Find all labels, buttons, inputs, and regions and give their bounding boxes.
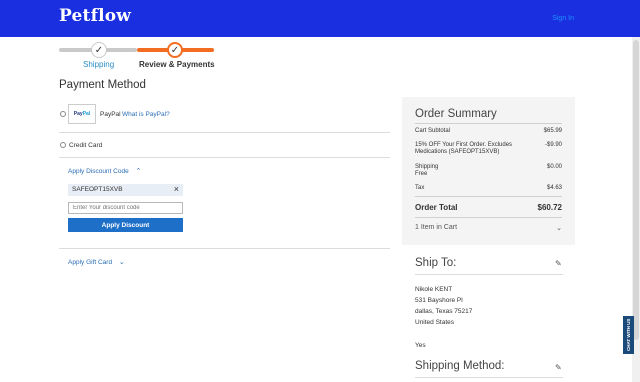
credit-card-label: Credit Card (69, 142, 103, 149)
review-step-check-icon: ✓ (167, 42, 183, 58)
summary-row-value: $65.99 (543, 128, 562, 134)
summary-total-row: Order Total $60.72 (415, 203, 562, 212)
applied-discount-chip: SAFEOPT15XVB × (68, 184, 183, 196)
order-total-value: $60.72 (537, 203, 562, 212)
ship-to-name: Nikole KENT (415, 286, 453, 293)
ship-to-extra: Yes (415, 342, 426, 349)
divider (415, 196, 562, 197)
ship-to-title: Ship To: (415, 257, 457, 269)
chat-with-us-tab[interactable]: CHAT WITH US (623, 316, 634, 354)
step-review-label: Review & Payments (139, 60, 215, 69)
summary-row-subtotal: Cart Subtotal $65.99 (415, 128, 562, 134)
divider (59, 157, 390, 158)
paypal-logo: Pay Pal (68, 104, 96, 124)
summary-row-value: -$9.90 (544, 142, 562, 148)
what-is-paypal-link[interactable]: What is PayPal? (122, 111, 170, 118)
chevron-down-icon: ⌄ (556, 225, 562, 232)
paypal-radio[interactable] (60, 111, 66, 117)
site-header: Petflow Sign In (0, 0, 640, 37)
petflow-logo[interactable]: Petflow (59, 6, 131, 26)
order-summary-title: Order Summary (415, 108, 497, 120)
summary-row-sublabel: Free (415, 171, 428, 177)
order-total-label: Order Total (415, 203, 458, 212)
apply-discount-toggle[interactable]: Apply Discount Code ⌃ (68, 167, 141, 175)
close-icon[interactable]: × (174, 184, 179, 194)
apply-discount-label: Apply Discount Code (68, 168, 129, 175)
discount-code-input[interactable] (68, 202, 183, 214)
summary-row-tax: Tax $4.63 (415, 185, 562, 191)
divider (415, 217, 562, 218)
ship-to-city: dallas, Texas 75217 (415, 308, 473, 315)
paypal-label: PayPal (100, 111, 121, 118)
order-summary-panel: Order Summary Cart Subtotal $65.99 15% O… (402, 97, 575, 245)
summary-row-shipping: Shipping Free $0.00 (415, 164, 562, 177)
ship-to-street: 531 Bayshore Pl (415, 297, 463, 304)
apply-discount-button[interactable]: Apply Discount (68, 218, 183, 232)
summary-row-value: $4.63 (546, 185, 562, 191)
applied-discount-code: SAFEOPT15XVB (72, 186, 123, 193)
paypal-logo-text-2: Pal (82, 111, 91, 117)
sign-in-link[interactable]: Sign In (552, 15, 574, 22)
credit-card-radio[interactable] (60, 142, 66, 148)
divider (59, 132, 390, 133)
divider (415, 123, 562, 124)
summary-row-label: 15% OFF Your First Order. Excludes (415, 142, 513, 148)
checkout-progress: ✓ ✓ Shipping Review & Payments (59, 40, 219, 70)
chevron-up-icon: ⌃ (135, 168, 142, 175)
step-shipping-label[interactable]: Shipping (83, 60, 114, 69)
shipping-step-check-icon[interactable]: ✓ (91, 42, 107, 58)
edit-pencil-icon[interactable]: ✎ (555, 259, 562, 268)
summary-row-discount: 15% OFF Your First Order. Excludes Medic… (415, 142, 562, 155)
items-in-cart-label: 1 Item in Cart (415, 224, 458, 231)
scrollbar-thumb[interactable] (633, 40, 639, 340)
summary-row-label: Tax (415, 185, 425, 191)
summary-row-label: Shipping (415, 164, 439, 170)
items-in-cart-toggle[interactable]: 1 Item in Cart ⌄ (415, 224, 562, 232)
divider (415, 274, 563, 275)
summary-row-sublabel: Medications (SAFEOPT15XVB) (415, 149, 500, 155)
divider (415, 377, 563, 378)
summary-row-value: $0.00 (546, 164, 562, 170)
apply-gift-card-label: Apply Gift Card (68, 259, 113, 266)
ship-to-country: United States (415, 319, 455, 326)
apply-gift-card-toggle[interactable]: Apply Gift Card ⌄ (68, 258, 125, 266)
paypal-logo-text-1: Pay (73, 111, 83, 117)
divider (59, 248, 390, 249)
chevron-down-icon: ⌄ (118, 259, 125, 266)
edit-pencil-icon[interactable]: ✎ (555, 363, 562, 372)
payment-method-title: Payment Method (59, 79, 146, 91)
shipping-method-title: Shipping Method: (415, 360, 505, 372)
summary-row-label: Cart Subtotal (415, 128, 451, 134)
